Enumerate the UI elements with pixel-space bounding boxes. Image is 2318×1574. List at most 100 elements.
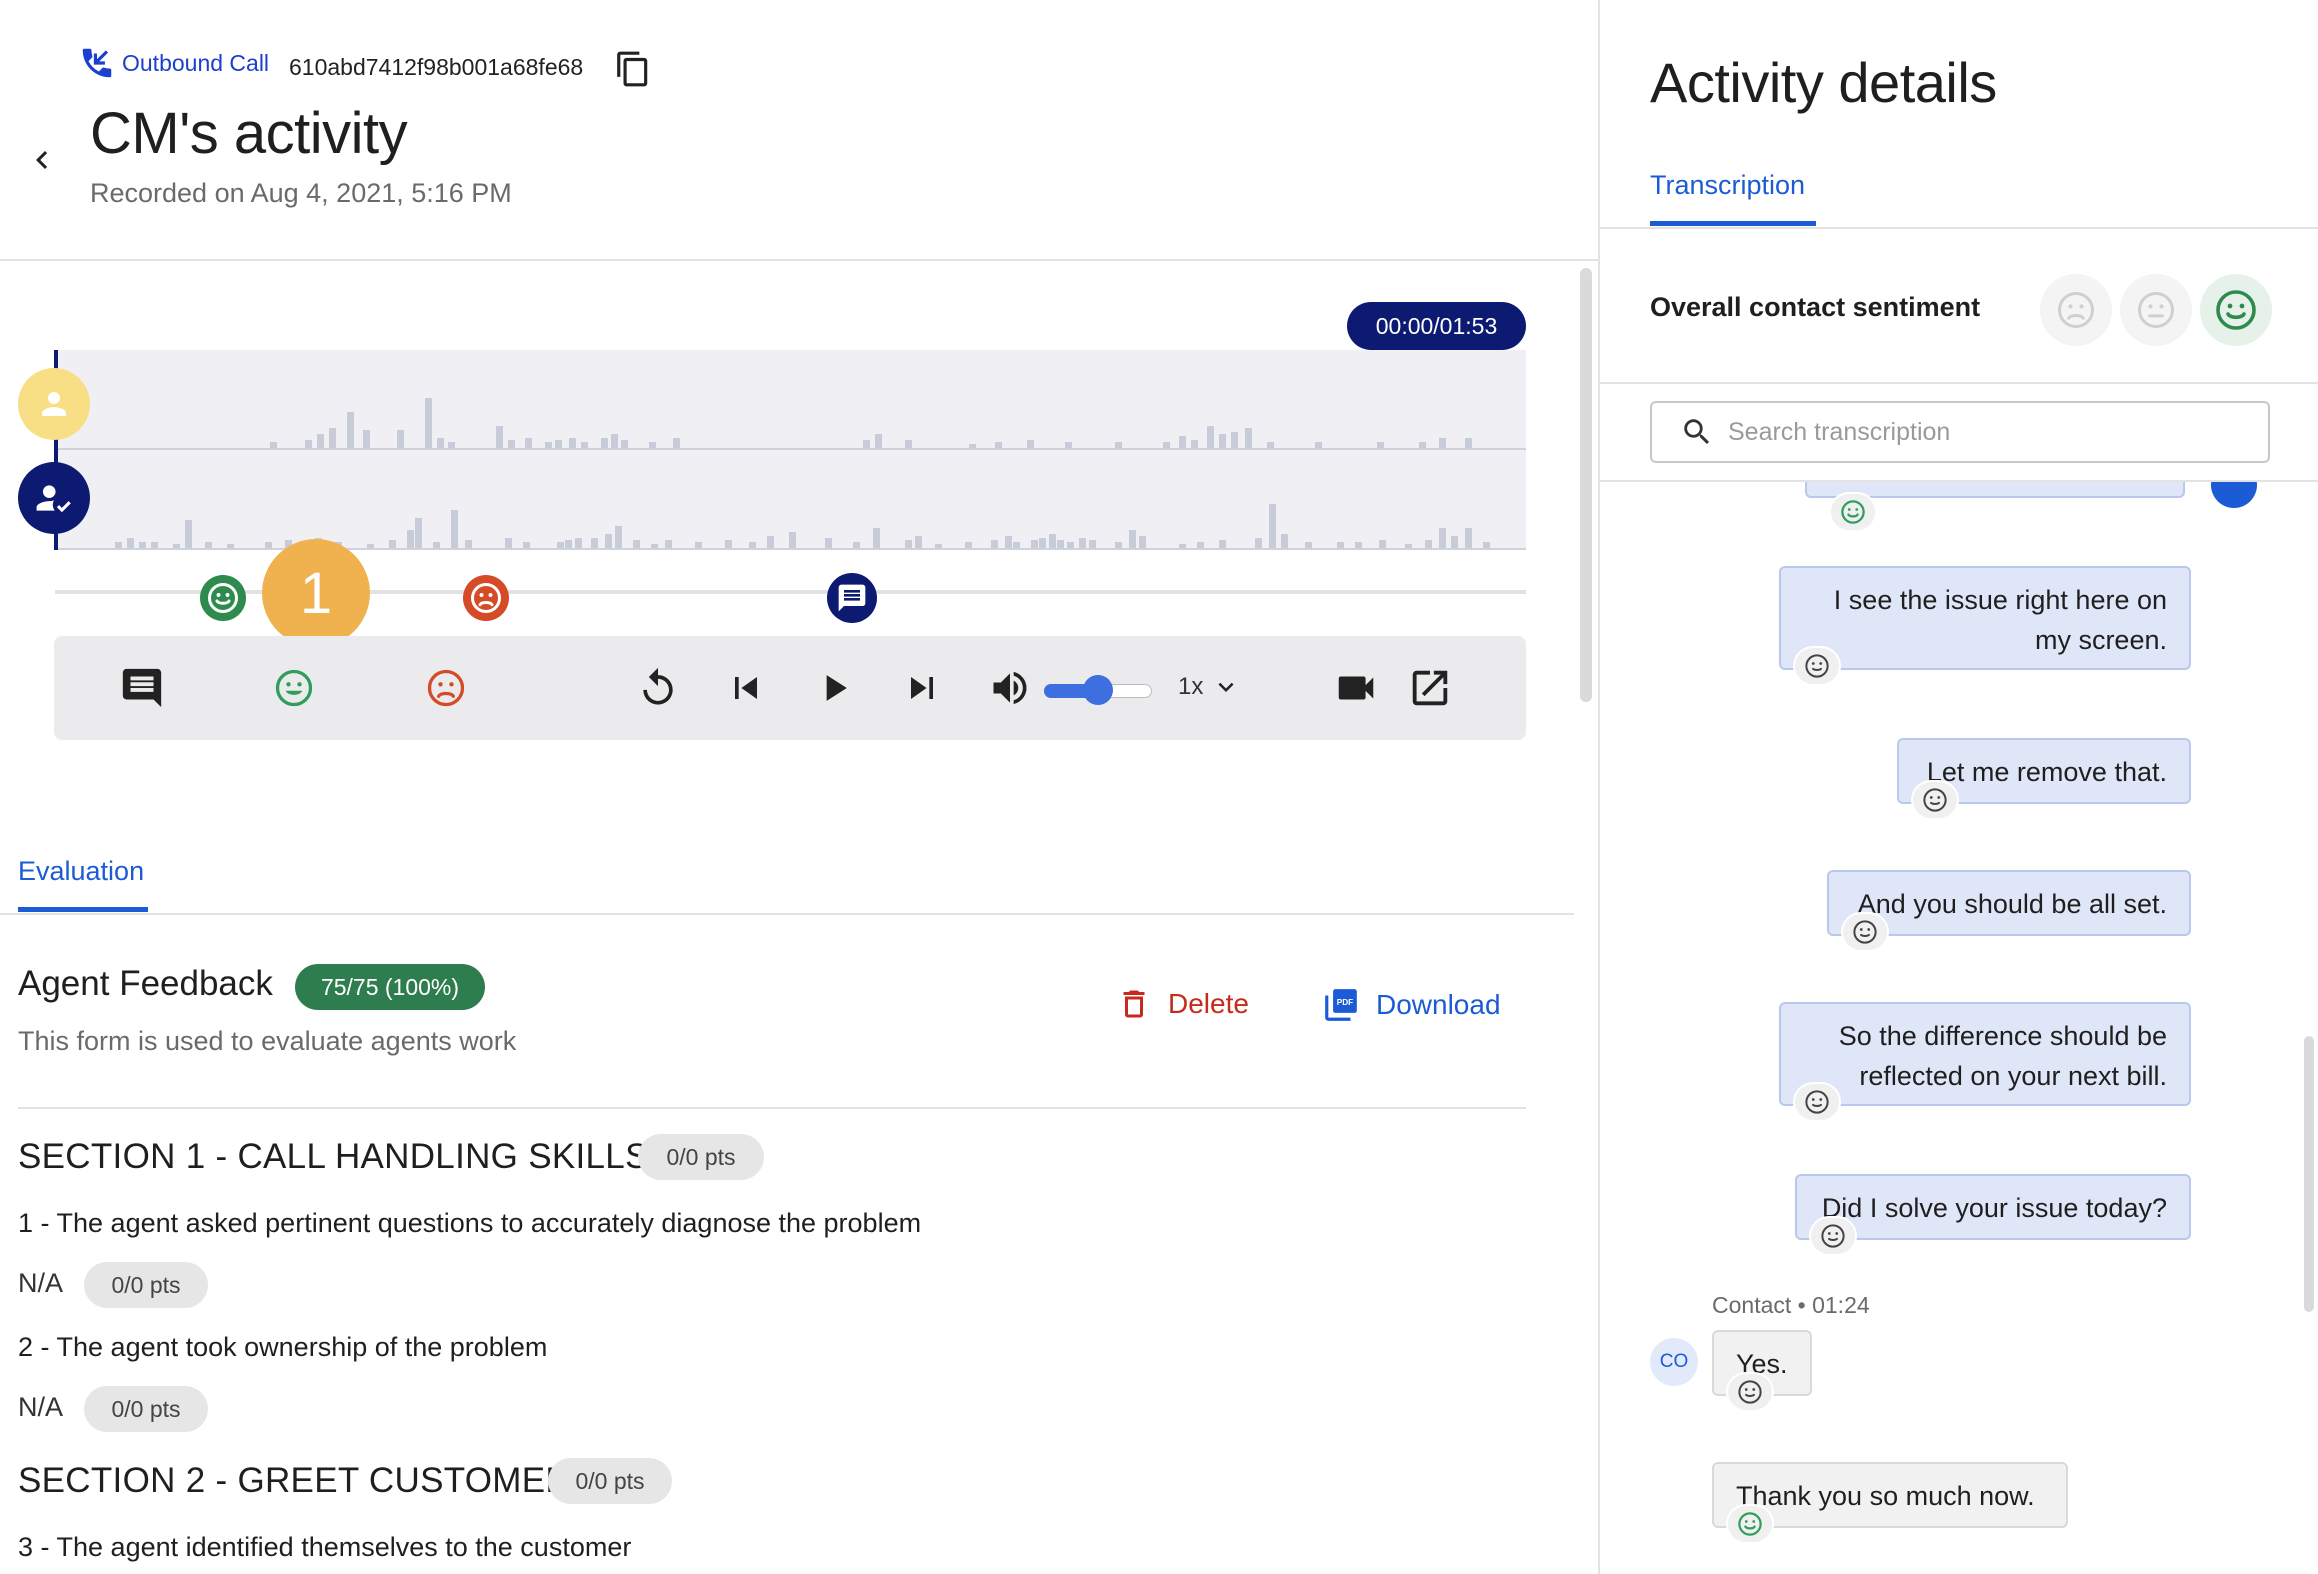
waveform-bar (873, 528, 880, 548)
section-points: 0/0 pts (548, 1458, 672, 1504)
waveform-bar (1191, 440, 1198, 448)
skip-previous-icon (735, 677, 757, 699)
waveform-bar (1451, 536, 1458, 548)
waveform-bar (555, 440, 562, 448)
waveform-bar (415, 518, 422, 548)
neutral-face-icon (2138, 292, 2174, 328)
volume-slider[interactable] (1044, 675, 1152, 705)
message-text: So the difference should be (1838, 1021, 2167, 1051)
volume-knob[interactable] (1083, 675, 1113, 705)
negative-sentiment-marker[interactable] (463, 575, 509, 621)
waveform-bar (329, 428, 336, 448)
waveform-bar (508, 440, 515, 448)
waveform-bar (991, 540, 998, 548)
waveform-bar (1139, 536, 1146, 548)
waveform-bar (615, 526, 622, 548)
outbound-call-icon (82, 48, 112, 78)
contact-meta: Contact • 01:24 (1712, 1292, 1870, 1318)
activity-details-panel: Activity details Transcription Overall c… (1598, 0, 2318, 1574)
waveform-bar (1245, 428, 1252, 448)
waveform-bar (1031, 540, 1038, 548)
message-sentiment[interactable] (1829, 492, 1877, 532)
section-title: SECTION 1 - CALL HANDLING SKILLS (18, 1137, 649, 1176)
recorded-date: Recorded on Aug 4, 2021, 5:16 PM (90, 178, 512, 208)
waveform-bar (1207, 426, 1214, 448)
sentiment-negative-option[interactable] (2040, 274, 2112, 346)
open-external-button[interactable] (1404, 662, 1456, 714)
section-title: SECTION 2 - GREET CUSTOMER (18, 1461, 571, 1500)
tabs-divider (0, 913, 1574, 915)
add-negative-button[interactable] (420, 662, 472, 714)
waveform-bar (317, 434, 324, 448)
message-sentiment[interactable] (1841, 912, 1889, 952)
message-sentiment[interactable] (1793, 646, 1841, 686)
waveform-bar (1439, 528, 1446, 548)
comment-icon (122, 668, 162, 708)
message-sentiment[interactable] (1809, 1216, 1857, 1256)
waveform-bar (1089, 540, 1096, 548)
volume-button[interactable] (984, 662, 1036, 714)
agent-avatar (2211, 482, 2257, 508)
skip-next-button[interactable] (896, 662, 948, 714)
volume-icon (993, 671, 1027, 705)
sentiment-divider (1600, 382, 2318, 384)
playback-speed-select[interactable]: 1x (1178, 672, 1241, 702)
skip-previous-button[interactable] (720, 662, 772, 714)
positive-sentiment-marker[interactable] (200, 575, 246, 621)
message-sentiment[interactable] (1911, 780, 1959, 820)
question-text: 2 - The agent took ownership of the prob… (18, 1332, 548, 1362)
chevron-left-icon (36, 151, 48, 169)
waveform-bar (1049, 534, 1056, 548)
smile-icon (275, 669, 313, 707)
question-answer: N/A (18, 1392, 64, 1422)
waveform-bar (1379, 540, 1386, 548)
waveform-divider (55, 448, 1526, 450)
frown-icon (2058, 292, 2094, 328)
back-button[interactable] (24, 138, 60, 182)
main-scrollbar[interactable] (1580, 268, 1592, 702)
sentiment-positive-option[interactable] (2200, 274, 2272, 346)
smile-icon (1841, 500, 1865, 524)
waveform-bar (863, 440, 870, 448)
waveform-bar (451, 510, 458, 548)
waveform-bar (1269, 504, 1276, 548)
add-comment-button[interactable] (116, 662, 168, 714)
neutral-face-icon (1853, 920, 1877, 944)
search-input[interactable] (1728, 417, 2248, 447)
copy-icon[interactable] (614, 50, 652, 88)
replay-icon (643, 667, 673, 705)
waveform-bar (1219, 540, 1226, 548)
play-button[interactable] (808, 662, 860, 714)
waveform-bar (601, 438, 608, 448)
download-label: Download (1376, 989, 1501, 1020)
neutral-face-icon (1738, 1380, 1762, 1404)
message-text: Let me remove that. (1926, 757, 2167, 787)
message-sentiment[interactable] (1726, 1372, 1774, 1412)
video-button[interactable] (1330, 662, 1382, 714)
question-points: 0/0 pts (84, 1386, 208, 1432)
waveform-bar (127, 538, 134, 548)
download-button[interactable]: PDF Download (1322, 986, 1501, 1024)
waveform-bar (665, 540, 672, 548)
waveform-baseline (55, 548, 1526, 550)
neutral-face-icon (1805, 654, 1829, 678)
message-text: Thank you so much now. (1736, 1481, 2035, 1511)
message-sentiment[interactable] (1793, 1082, 1841, 1122)
replay-button[interactable] (632, 662, 684, 714)
sentiment-neutral-option[interactable] (2120, 274, 2192, 346)
waveform-bar (347, 412, 354, 448)
waveform-bar (185, 520, 192, 548)
tab-evaluation[interactable]: Evaluation (18, 856, 144, 887)
message-sentiment[interactable] (1726, 1504, 1774, 1544)
comment-marker[interactable] (827, 573, 877, 623)
waveform-bar (1005, 536, 1012, 548)
tab-transcription[interactable]: Transcription (1650, 170, 1805, 201)
waveform-bar (875, 434, 882, 448)
add-positive-button[interactable] (268, 662, 320, 714)
transcript-scrollbar[interactable] (2304, 1036, 2314, 1312)
agent-message-bubble: So the difference should be reflected on… (1779, 1002, 2191, 1106)
question-points: 0/0 pts (84, 1262, 208, 1308)
waveform-bar (389, 540, 396, 548)
waveform-bar (1039, 538, 1046, 548)
delete-button[interactable]: Delete (1116, 986, 1249, 1022)
